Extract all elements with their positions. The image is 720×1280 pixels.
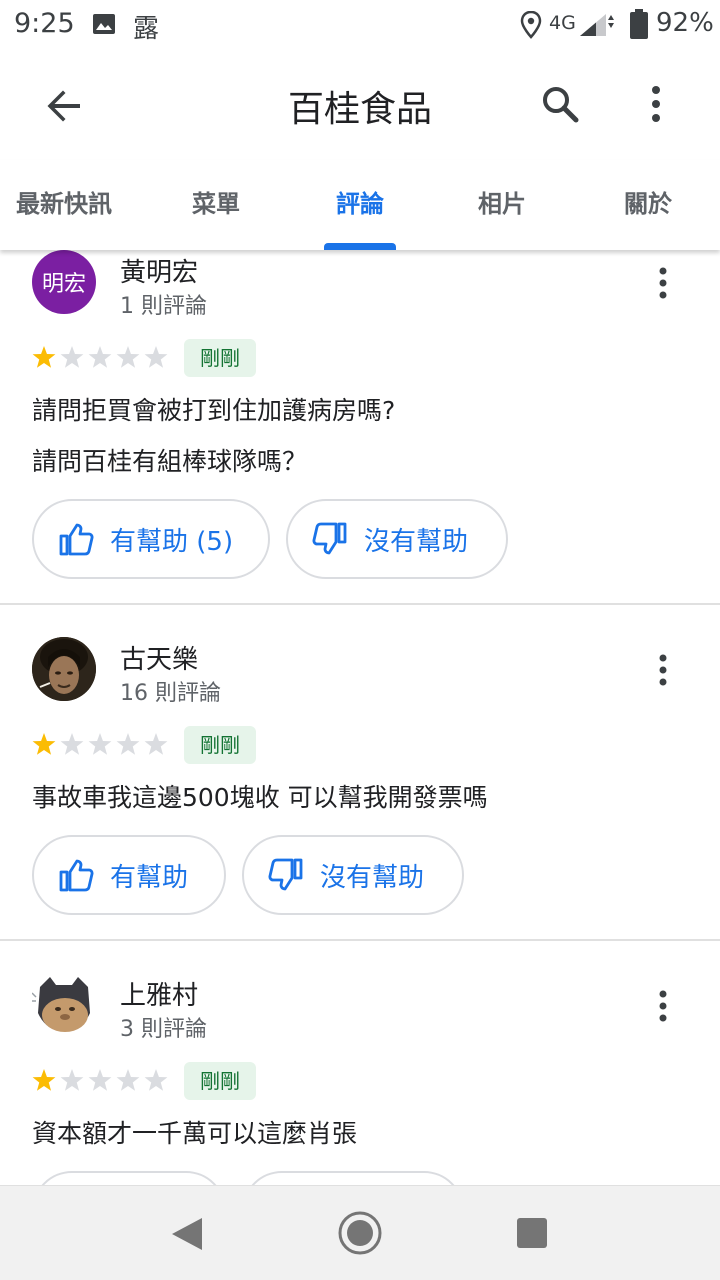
tab-photos[interactable]: 相片	[452, 184, 552, 219]
helpful-label: 有幫助 (5)	[110, 526, 234, 557]
more-vert-icon[interactable]	[636, 80, 676, 128]
helpful-button[interactable]: 有幫助	[32, 835, 226, 915]
review-text-line: 請問拒買會被打到住加護病房嗎?	[32, 396, 396, 425]
thumb-down-icon	[268, 858, 303, 891]
star-filled-icon	[32, 346, 56, 368]
reviewer-review-count: 3 則評論	[120, 1017, 207, 1042]
divider	[0, 603, 720, 605]
divider	[0, 939, 720, 941]
system-nav-bar	[0, 1185, 720, 1280]
star-empty-icon	[88, 1069, 112, 1091]
nav-recents-icon[interactable]	[516, 1217, 548, 1249]
not-helpful-label: 沒有幫助	[320, 862, 425, 893]
review-item: 明宏 黃明宏 1 則評論 剛剛 請問拒買會被打到住加護病房嗎? 請問百桂有組棒球…	[0, 250, 720, 605]
star-rating	[32, 1069, 168, 1091]
thumb-up-icon	[59, 859, 94, 892]
more-vert-icon[interactable]	[648, 263, 678, 303]
avatar-photo	[32, 637, 96, 701]
review-item: 上雅村 3 則評論 剛剛 資本額才一千萬可以這麼肖張	[0, 973, 720, 1185]
status-label: 露	[133, 14, 160, 44]
star-empty-icon	[88, 346, 112, 368]
active-tab-indicator	[324, 243, 396, 250]
review-text-line: 請問百桂有組棒球隊嗎？	[32, 447, 308, 476]
arrow-back-icon[interactable]	[40, 82, 88, 130]
time-badge: 剛剛	[184, 1062, 256, 1100]
helpful-button[interactable]	[32, 1171, 226, 1185]
star-empty-icon	[116, 1069, 140, 1091]
star-empty-icon	[144, 733, 168, 755]
app-bar: 百桂食品	[0, 50, 720, 160]
star-empty-icon	[116, 733, 140, 755]
tab-about[interactable]: 關於	[598, 184, 698, 219]
battery-icon	[630, 9, 648, 39]
not-helpful-button[interactable]	[242, 1171, 464, 1185]
page-title: 百桂食品	[287, 89, 432, 130]
reviewer-name[interactable]: 上雅村	[120, 975, 198, 1012]
star-empty-icon	[60, 733, 84, 755]
reviewer-review-count: 16 則評論	[120, 681, 221, 706]
time-badge: 剛剛	[184, 726, 256, 764]
nav-back-icon[interactable]	[170, 1216, 204, 1252]
thumb-down-icon	[312, 522, 347, 555]
star-empty-icon	[144, 346, 168, 368]
star-empty-icon	[116, 346, 140, 368]
location-icon	[520, 11, 542, 39]
more-vert-icon[interactable]	[648, 650, 678, 690]
star-empty-icon	[60, 346, 84, 368]
tab-updates[interactable]: 最新快訊	[14, 184, 114, 219]
reviews-list[interactable]: 明宏 黃明宏 1 則評論 剛剛 請問拒買會被打到住加護病房嗎? 請問百桂有組棒球…	[0, 250, 720, 1185]
search-icon[interactable]	[536, 80, 584, 128]
status-bar: 9:25 露 4G 92%	[0, 0, 720, 50]
photo-icon	[93, 14, 115, 34]
avatar[interactable]: 明宏	[32, 250, 96, 314]
reviewer-name[interactable]: 古天樂	[120, 639, 198, 676]
tab-bar: 最新快訊 菜單 評論 相片 關於	[0, 160, 720, 250]
network-type: 4G	[549, 12, 576, 34]
star-empty-icon	[60, 1069, 84, 1091]
star-empty-icon	[144, 1069, 168, 1091]
reviewer-name[interactable]: 黃明宏	[120, 252, 198, 289]
avatar[interactable]	[32, 637, 96, 701]
signal-icon	[580, 14, 614, 36]
helpful-label: 有幫助	[110, 862, 189, 893]
more-vert-icon[interactable]	[648, 986, 678, 1026]
star-rating	[32, 346, 168, 368]
review-text-line: 資本額才一千萬可以這麼肖張	[32, 1119, 358, 1148]
star-rating	[32, 733, 168, 755]
reviewer-review-count: 1 則評論	[120, 294, 207, 319]
status-time: 9:25	[14, 8, 75, 39]
nav-home-icon[interactable]	[337, 1210, 383, 1256]
helpful-button[interactable]: 有幫助 (5)	[32, 499, 270, 579]
avatar-illustration	[32, 977, 90, 1032]
thumb-up-icon	[59, 523, 94, 556]
not-helpful-button[interactable]: 沒有幫助	[242, 835, 464, 915]
star-filled-icon	[32, 733, 56, 755]
battery-percent: 92%	[656, 8, 714, 38]
review-item: 古天樂 16 則評論 剛剛 事故車我這邊500塊收 可以幫我開發票嗎 有幫助 沒…	[0, 637, 720, 942]
tab-reviews[interactable]: 評論	[310, 184, 410, 219]
time-badge: 剛剛	[184, 339, 256, 377]
avatar[interactable]	[32, 973, 96, 1037]
not-helpful-label: 沒有幫助	[364, 526, 469, 557]
review-text-line: 事故車我這邊500塊收 可以幫我開發票嗎	[32, 783, 488, 812]
tab-menu[interactable]: 菜單	[166, 184, 266, 219]
star-filled-icon	[32, 1069, 56, 1091]
star-empty-icon	[88, 733, 112, 755]
not-helpful-button[interactable]: 沒有幫助	[286, 499, 508, 579]
